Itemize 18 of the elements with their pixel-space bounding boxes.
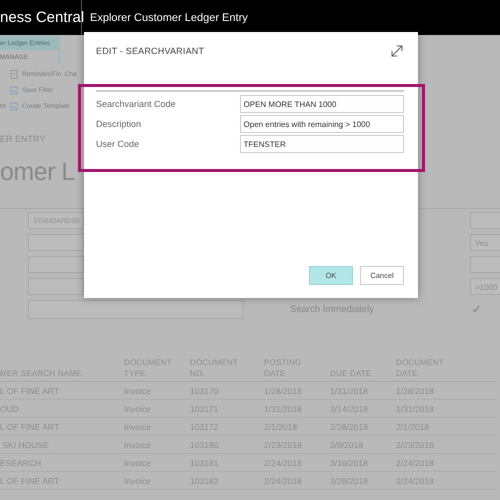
field-label: Searchvariant Code	[96, 99, 177, 109]
document-icon	[10, 70, 18, 78]
input-field[interactable]	[28, 256, 84, 273]
page-title: Explorer Customer Ledger Entry	[89, 12, 249, 24]
dialog-title: EDIT - SEARCHVARIANT	[96, 46, 204, 56]
input-field[interactable]	[28, 278, 84, 295]
input-field[interactable]	[28, 234, 84, 251]
input-field[interactable]	[28, 300, 243, 319]
field-label: User Code	[96, 139, 140, 149]
field-label: Description	[96, 119, 142, 129]
input-field[interactable]: TFENSTER	[240, 135, 404, 153]
expand-icon[interactable]	[390, 44, 404, 58]
checkbox[interactable]	[472, 305, 480, 313]
input-field[interactable]: OPEN MORE THAN 1000	[240, 95, 404, 113]
product-name: ness Central	[0, 0, 82, 35]
picture-frame-icon	[10, 102, 18, 110]
picture-frame-icon	[10, 86, 18, 94]
input-field[interactable]: Open entries with remaining > 1000	[240, 115, 404, 133]
